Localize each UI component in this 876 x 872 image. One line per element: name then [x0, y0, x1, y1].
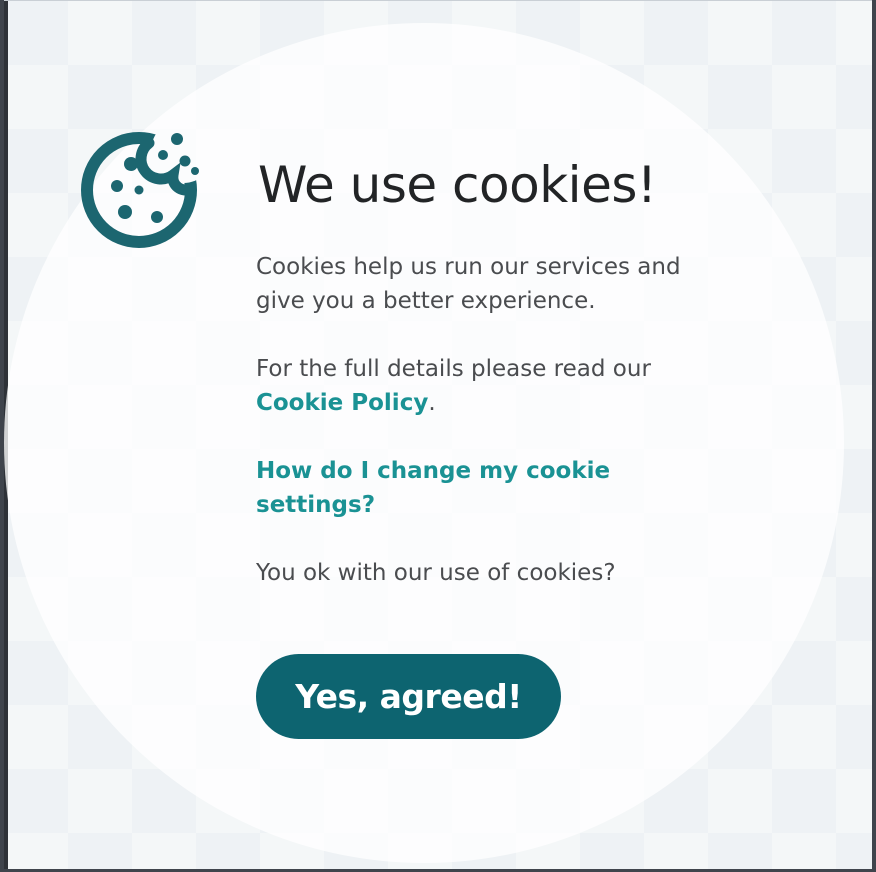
intro-text: Cookies help us run our services and giv… — [256, 254, 681, 314]
consent-question: You ok with our use of cookies? — [256, 560, 616, 586]
details-text-lead: For the full details please read our — [256, 356, 651, 382]
agree-button[interactable]: Yes, agreed! — [256, 654, 561, 739]
cookie-consent-dialog: We use cookies! Cookies help us run our … — [4, 0, 872, 869]
details-text-suffix: . — [428, 390, 436, 416]
dialog-title: We use cookies! — [258, 156, 657, 214]
cookie-icon — [81, 132, 199, 248]
cookie-policy-link[interactable]: Cookie Policy — [256, 390, 428, 416]
details-text: For the full details please read our Coo… — [256, 352, 726, 420]
cookie-settings-link[interactable]: How do I change my cookie settings? — [256, 458, 610, 518]
settings-paragraph: How do I change my cookie settings? — [256, 454, 726, 522]
